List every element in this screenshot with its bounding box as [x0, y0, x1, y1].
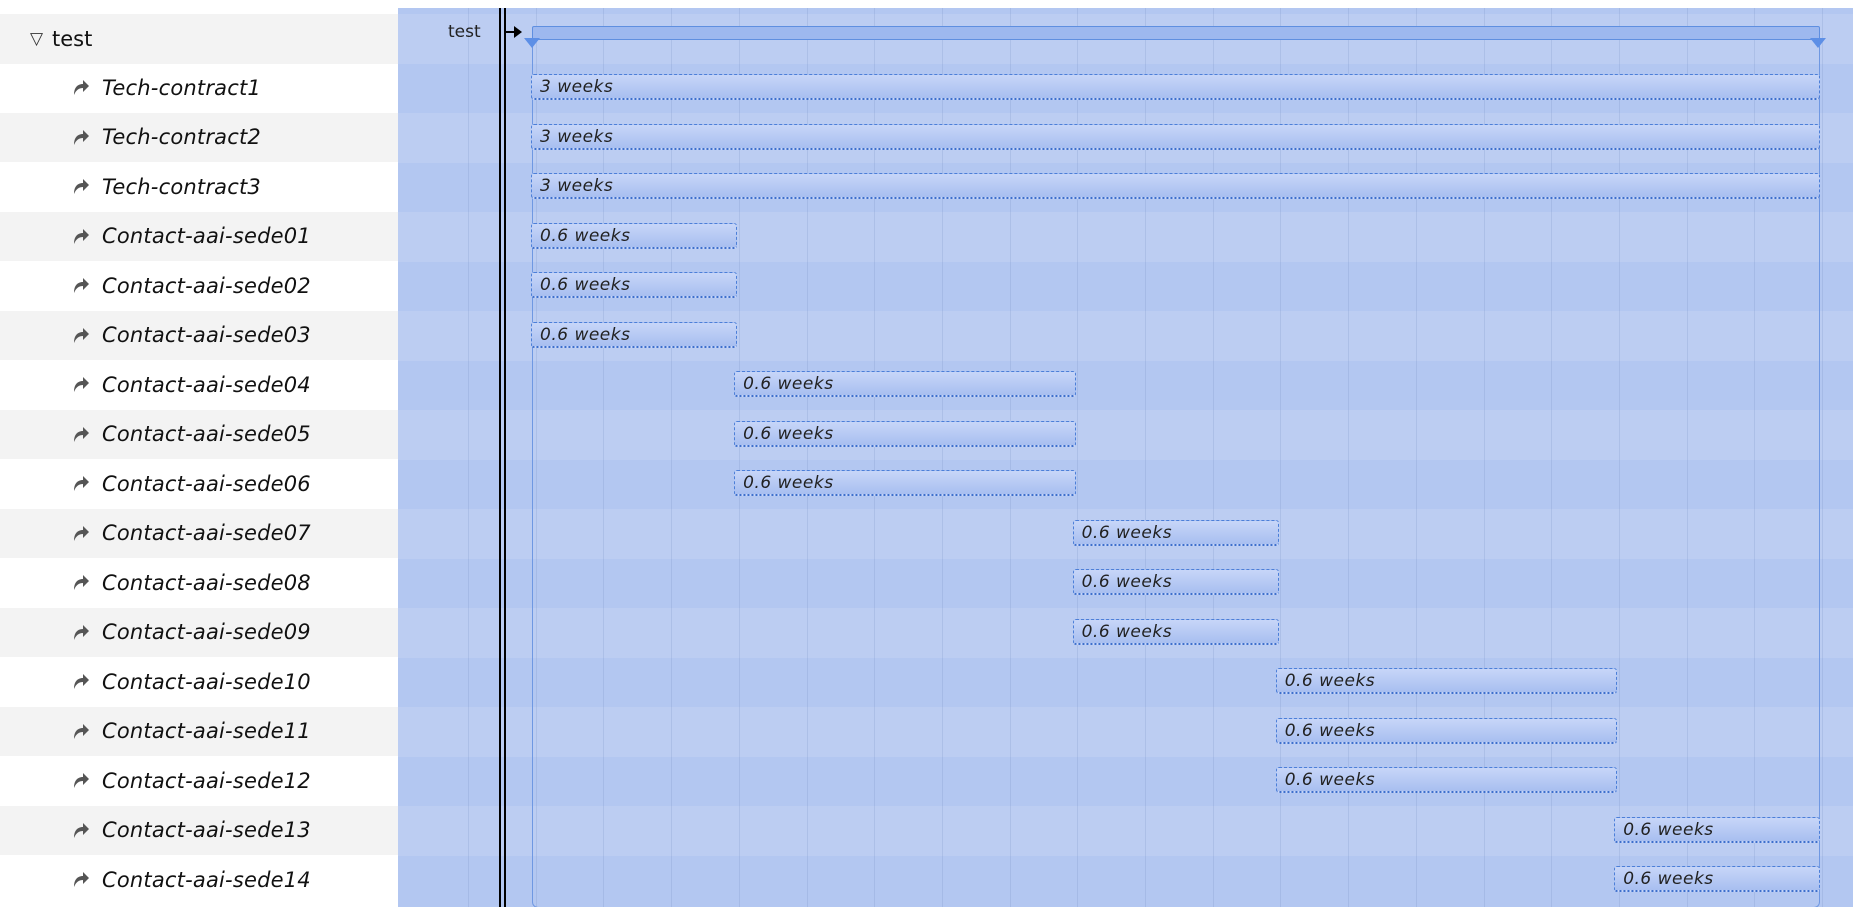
grid-line: [468, 8, 469, 907]
task-duration-label: 0.6 weeks: [1081, 621, 1173, 642]
task-arrow-icon: [70, 374, 92, 396]
outline-row-task[interactable]: Contact-aai-sede01: [0, 211, 398, 261]
start-arrow-icon: [514, 26, 522, 38]
task-bar[interactable]: 0.6 weeks: [734, 420, 1076, 447]
task-arrow-icon: [70, 820, 92, 842]
task-duration-label: 0.6 weeks: [540, 225, 631, 246]
task-bar[interactable]: 0.6 weeks: [1275, 717, 1618, 744]
outline-row-task[interactable]: Contact-aai-sede04: [0, 360, 398, 410]
outline-row-group[interactable]: ▽ test: [0, 14, 398, 64]
task-name: Tech-contract1: [102, 75, 261, 100]
task-duration-label: 3 weeks: [540, 126, 614, 147]
outline-row-task[interactable]: Contact-aai-sede06: [0, 459, 398, 509]
task-bar[interactable]: 0.6 weeks: [531, 222, 738, 249]
grid-line: [1822, 8, 1823, 907]
group-frame: [532, 38, 1820, 907]
task-arrow-icon: [70, 671, 92, 693]
task-name: Contact-aai-sede06: [102, 471, 311, 496]
outline-row-task[interactable]: Contact-aai-sede05: [0, 409, 398, 459]
task-duration-label: 0.6 weeks: [1623, 869, 1714, 889]
task-bar[interactable]: 0.6 weeks: [1275, 767, 1618, 793]
task-name: Contact-aai-sede11: [102, 719, 311, 744]
task-arrow-icon: [70, 77, 92, 99]
task-duration-label: 0.6 weeks: [1284, 671, 1376, 691]
task-arrow-icon: [70, 176, 92, 198]
task-duration-label: 0.6 weeks: [1081, 572, 1173, 592]
task-duration-label: 0.6 weeks: [743, 423, 834, 444]
task-arrow-icon: [70, 572, 92, 594]
task-bar[interactable]: 0.6 weeks: [1072, 519, 1279, 546]
task-name: Contact-aai-sede08: [102, 570, 311, 595]
task-name: Contact-aai-sede01: [102, 224, 311, 249]
task-name: Contact-aai-sede13: [102, 818, 311, 843]
group-start-marker-icon: [524, 38, 540, 48]
task-bar[interactable]: 3 weeks: [531, 173, 1821, 199]
outline-row-task[interactable]: Tech-contract3: [0, 162, 398, 212]
task-bar[interactable]: 3 weeks: [531, 123, 1821, 150]
group-end-marker-icon: [1810, 38, 1826, 48]
task-name: Tech-contract2: [102, 125, 261, 150]
task-duration-label: 0.6 weeks: [540, 324, 631, 345]
task-duration-label: 0.6 weeks: [1284, 770, 1376, 790]
outline-row-task[interactable]: Contact-aai-sede09: [0, 607, 398, 657]
group-name: test: [52, 26, 93, 51]
task-bar[interactable]: 0.6 weeks: [734, 371, 1076, 397]
task-arrow-icon: [70, 275, 92, 297]
outline-pane: ▽ test Tech-contract1 Tech-contract2 Tech-…: [0, 0, 398, 907]
task-duration-label: 0.6 weeks: [1623, 819, 1714, 840]
task-bar[interactable]: 0.6 weeks: [1614, 866, 1821, 892]
task-bar[interactable]: 0.6 weeks: [531, 272, 738, 298]
group-chart-label: test: [448, 22, 481, 42]
task-name: Contact-aai-sede04: [102, 372, 311, 397]
task-name: Contact-aai-sede07: [102, 521, 311, 546]
gantt-chart[interactable]: test 3 weeks 3 weeks 3 weeks 0.6 weeks 0.6 w…: [398, 8, 1853, 907]
outline-row-task[interactable]: Tech-contract1: [0, 63, 398, 113]
task-name: Contact-aai-sede03: [102, 323, 311, 348]
task-arrow-icon: [70, 523, 92, 545]
task-arrow-icon: [70, 473, 92, 495]
task-bar[interactable]: 0.6 weeks: [1072, 569, 1279, 595]
outline-row-task[interactable]: Contact-aai-sede10: [0, 657, 398, 707]
task-arrow-icon: [70, 770, 92, 792]
task-arrow-icon: [70, 869, 92, 891]
task-arrow-icon: [70, 424, 92, 446]
today-marker: [499, 8, 501, 907]
task-duration-label: 0.6 weeks: [743, 374, 834, 394]
task-duration-label: 0.6 weeks: [1284, 720, 1376, 741]
task-bar[interactable]: 0.6 weeks: [1072, 618, 1279, 645]
outline-row-task[interactable]: Contact-aai-sede02: [0, 261, 398, 311]
outline-row-task[interactable]: Contact-aai-sede11: [0, 706, 398, 756]
task-duration-label: 0.6 weeks: [540, 275, 631, 295]
task-arrow-icon: [70, 127, 92, 149]
task-duration-label: 0.6 weeks: [1081, 522, 1173, 543]
task-bar[interactable]: 3 weeks: [531, 74, 1821, 100]
task-bar[interactable]: 0.6 weeks: [1275, 668, 1618, 694]
task-name: Contact-aai-sede09: [102, 620, 311, 645]
task-duration-label: 0.6 weeks: [743, 473, 834, 493]
outline-row-task[interactable]: Contact-aai-sede07: [0, 508, 398, 558]
task-name: Contact-aai-sede12: [102, 768, 311, 793]
task-arrow-icon: [70, 226, 92, 248]
task-name: Tech-contract3: [102, 174, 261, 199]
task-name: Contact-aai-sede02: [102, 273, 311, 298]
task-bar[interactable]: 0.6 weeks: [1614, 816, 1821, 843]
outline-row-task[interactable]: Contact-aai-sede03: [0, 310, 398, 360]
outline-row-task[interactable]: Tech-contract2: [0, 112, 398, 162]
task-name: Contact-aai-sede10: [102, 669, 311, 694]
task-arrow-icon: [70, 622, 92, 644]
task-bar[interactable]: 0.6 weeks: [734, 470, 1076, 496]
outline-row-task[interactable]: Contact-aai-sede14: [0, 855, 398, 905]
task-arrow-icon: [70, 721, 92, 743]
task-bar[interactable]: 0.6 weeks: [531, 321, 738, 348]
disclosure-triangle-open-icon[interactable]: ▽: [30, 29, 43, 49]
task-duration-label: 3 weeks: [540, 176, 614, 196]
task-arrow-icon: [70, 325, 92, 347]
project-start-marker: [504, 8, 506, 907]
outline-row-task[interactable]: Contact-aai-sede12: [0, 756, 398, 806]
outline-row-task[interactable]: Contact-aai-sede08: [0, 558, 398, 608]
task-duration-label: 3 weeks: [540, 77, 614, 97]
outline-row-task[interactable]: Contact-aai-sede13: [0, 805, 398, 855]
task-name: Contact-aai-sede05: [102, 422, 311, 447]
task-name: Contact-aai-sede14: [102, 867, 311, 892]
